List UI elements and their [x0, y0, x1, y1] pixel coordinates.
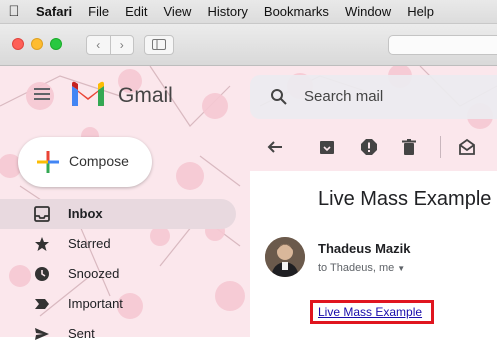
inbox-icon	[34, 206, 50, 222]
menu-view[interactable]: View	[156, 4, 200, 19]
avatar-photo	[265, 237, 305, 277]
star-icon	[35, 237, 49, 251]
menu-history[interactable]: History	[199, 4, 255, 19]
send-icon	[35, 328, 49, 340]
sidebar-item-important[interactable]: Important	[0, 289, 240, 319]
sidebar-item-starred[interactable]: Starred	[0, 229, 240, 259]
gmail-wordmark: Gmail	[118, 84, 173, 107]
menu-help[interactable]: Help	[399, 4, 442, 19]
search-icon[interactable]	[270, 88, 288, 106]
important-icon	[35, 299, 49, 309]
message-subject: Live Mass Example	[318, 188, 492, 210]
menu-edit[interactable]: Edit	[117, 4, 155, 19]
forward-button[interactable]: ›	[109, 36, 134, 54]
sidebar-item-label: Inbox	[68, 206, 103, 221]
toolbar-divider	[440, 136, 441, 158]
close-window-button[interactable]	[12, 38, 24, 50]
main-menu-icon[interactable]	[33, 85, 53, 103]
sidebar-toggle-button[interactable]	[144, 35, 174, 55]
minimize-window-button[interactable]	[31, 38, 43, 50]
gmail-logo-icon[interactable]	[70, 80, 106, 108]
sidebar-item-label: Snoozed	[68, 266, 120, 281]
back-button[interactable]: ‹	[87, 36, 110, 54]
sender-avatar[interactable]	[265, 237, 305, 277]
live-mass-link[interactable]: Live Mass Example	[318, 305, 422, 319]
history-nav-buttons: ‹ ›	[86, 35, 134, 55]
menu-file[interactable]: File	[80, 4, 117, 19]
search-placeholder: Search mail	[304, 88, 384, 105]
compose-plus-icon	[37, 151, 59, 173]
compose-button[interactable]: Compose	[18, 137, 152, 187]
macos-menu-bar:  Safari File Edit View History Bookmark…	[0, 0, 497, 24]
sidebar-item-snoozed[interactable]: Snoozed	[0, 259, 240, 289]
delete-icon[interactable]	[400, 138, 418, 156]
search-mail-field[interactable]: Search mail	[250, 75, 497, 119]
sidebar-item-inbox[interactable]: Inbox	[0, 199, 236, 229]
menu-window[interactable]: Window	[337, 4, 399, 19]
sender-name: Thadeus Mazik	[318, 241, 411, 256]
compose-label: Compose	[69, 153, 129, 169]
recipients-line[interactable]: to Thadeus, me ▼	[318, 262, 405, 274]
sidebar-item-label: Important	[68, 296, 123, 311]
report-spam-icon[interactable]	[360, 138, 378, 156]
recipients-text: to Thadeus, me	[318, 262, 395, 274]
mark-unread-icon[interactable]	[458, 138, 476, 156]
clock-icon	[35, 267, 49, 281]
sidebar-item-label: Starred	[68, 236, 111, 251]
address-bar[interactable]	[388, 35, 497, 55]
back-arrow-icon[interactable]	[266, 138, 284, 156]
safari-toolbar: ‹ ›	[0, 24, 497, 66]
sidebar-icon	[152, 39, 166, 50]
menu-safari[interactable]: Safari	[28, 4, 80, 19]
sidebar-item-label: Sent	[68, 326, 95, 341]
apple-logo-icon[interactable]: 	[0, 3, 28, 20]
sidebar-item-sent[interactable]: Sent	[0, 319, 240, 349]
recipients-caret-icon[interactable]: ▼	[397, 264, 405, 273]
zoom-window-button[interactable]	[50, 38, 62, 50]
archive-icon[interactable]	[318, 138, 336, 156]
menu-bookmarks[interactable]: Bookmarks	[256, 4, 337, 19]
